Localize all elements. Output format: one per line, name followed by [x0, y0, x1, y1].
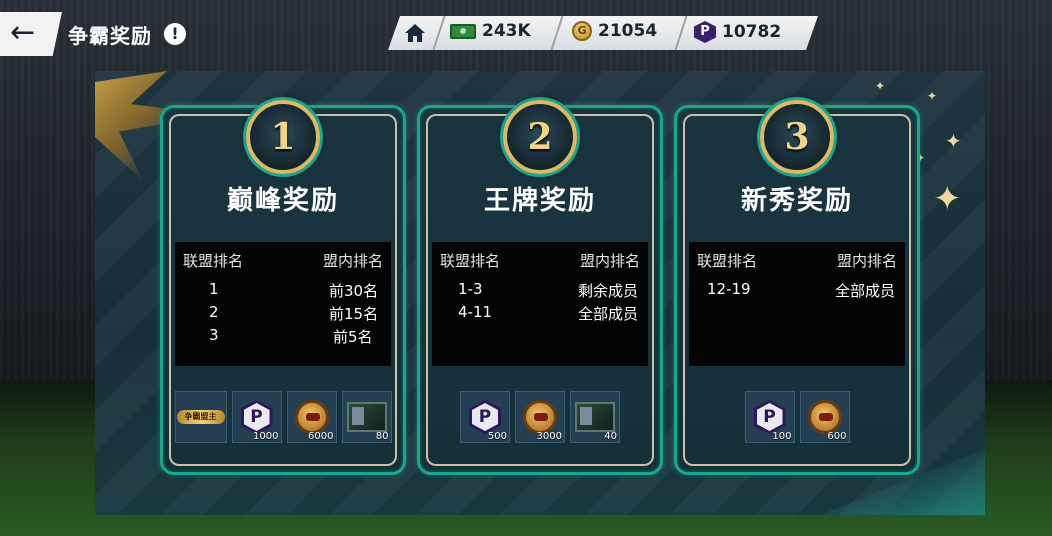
rank-badge: 2: [503, 100, 577, 174]
league-rank-cell: 12-19: [707, 280, 751, 298]
member-rank-cell: 前30名: [329, 282, 379, 300]
cash-icon: [450, 23, 476, 39]
reward-qty: 80: [375, 431, 389, 442]
reward-item-p-coin[interactable]: 1000: [231, 391, 282, 443]
reward-list: 100 600: [685, 391, 909, 447]
currency-p-coin: 10782: [694, 21, 781, 43]
card-title: 王牌奖励: [483, 186, 596, 216]
reward-item-player-card[interactable]: 80: [341, 391, 392, 443]
reward-item-medal[interactable]: 6000: [286, 391, 337, 443]
member-rank-cell: 前15名: [329, 305, 379, 323]
member-rank-cell: 全部成员: [578, 305, 639, 323]
reward-item-p-coin[interactable]: 100: [744, 391, 795, 443]
league-rank-cell: 2: [209, 303, 219, 321]
page-title: 争霸奖励: [68, 24, 152, 48]
member-rank-cell: 全部成员: [835, 282, 896, 300]
league-rank-cell: 1: [209, 280, 219, 298]
back-arrow-icon: ←: [10, 15, 36, 50]
rank-table: 联盟排名 盟内排名 1 前30名 2 前15名 3 前5名: [175, 242, 391, 366]
rank-number: 3: [784, 116, 810, 158]
table-header: 联盟排名 盟内排名: [697, 250, 897, 271]
p-coin-icon: [694, 21, 716, 43]
title-badge-icon: 争霸盟主: [176, 410, 225, 424]
medal-icon: [523, 400, 557, 434]
reward-item-title[interactable]: 争霸盟主: [174, 391, 227, 443]
league-rank-cell: 3: [209, 326, 219, 344]
card-title: 巅峰奖励: [226, 186, 339, 216]
reward-qty: 500: [487, 431, 507, 442]
reward-card-ace[interactable]: 2 王牌奖励 联盟排名 盟内排名 1-3 剩余成员 4-11 全部成员 500 …: [417, 100, 663, 475]
col-league-rank: 联盟排名: [183, 252, 244, 270]
home-icon: [405, 24, 425, 42]
p-coin-icon: [753, 400, 786, 434]
p-coin-icon: [240, 400, 273, 434]
coin-value: 21054: [598, 21, 658, 41]
col-league-rank: 联盟排名: [697, 252, 758, 270]
rank-number: 2: [527, 116, 553, 158]
reward-item-p-coin[interactable]: 500: [460, 391, 510, 443]
rank-number: 1: [270, 116, 296, 158]
reward-qty: 1000: [253, 431, 279, 442]
currency-coin: G 21054: [572, 21, 657, 41]
rank-badge: 3: [760, 100, 834, 174]
p-coin-icon: [469, 400, 501, 434]
sparkle-icon: ✦: [927, 89, 938, 103]
sparkle-icon: ✦: [933, 179, 962, 219]
col-member-rank: 盟内排名: [579, 252, 640, 270]
rank-badge: 1: [246, 100, 320, 174]
sparkle-icon: ✦: [875, 79, 886, 93]
league-rank-cell: 4-11: [458, 303, 493, 321]
reward-qty: 6000: [308, 431, 334, 442]
reward-qty: 3000: [536, 431, 562, 442]
reward-item-medal[interactable]: 600: [799, 391, 850, 443]
medal-icon: [807, 400, 842, 434]
col-member-rank: 盟内排名: [836, 252, 897, 270]
info-icon[interactable]: !: [164, 23, 186, 45]
medal-icon: [294, 400, 329, 434]
reward-qty: 600: [827, 431, 847, 442]
member-rank-cell: 剩余成员: [578, 282, 639, 300]
reward-qty: 40: [604, 431, 617, 442]
cash-value: 243K: [482, 21, 531, 41]
player-card-icon: [575, 402, 615, 432]
reward-list: 500 3000 40: [428, 391, 652, 447]
home-button[interactable]: [392, 16, 438, 50]
col-league-rank: 联盟排名: [440, 252, 501, 270]
reward-qty: 100: [772, 431, 792, 442]
table-header: 联盟排名 盟内排名: [183, 250, 383, 271]
col-member-rank: 盟内排名: [322, 252, 383, 270]
rank-table: 联盟排名 盟内排名 12-19 全部成员: [689, 242, 905, 366]
card-title: 新秀奖励: [740, 186, 853, 216]
p-coin-value: 10782: [722, 22, 782, 42]
table-header: 联盟排名 盟内排名: [440, 250, 640, 271]
reward-item-player-card[interactable]: 40: [570, 391, 620, 443]
reward-card-peak[interactable]: 1 巅峰奖励 联盟排名 盟内排名 1 前30名 2 前15名 3 前5名 争霸盟…: [160, 100, 406, 475]
rank-table: 联盟排名 盟内排名 1-3 剩余成员 4-11 全部成员: [432, 242, 648, 366]
reward-item-medal[interactable]: 3000: [515, 391, 565, 443]
member-rank-cell: 前5名: [333, 328, 373, 346]
reward-list: 争霸盟主 1000 6000 80: [171, 391, 395, 447]
back-button[interactable]: ←: [0, 12, 62, 56]
coin-icon: G: [572, 21, 592, 41]
currency-cash: 243K: [450, 21, 531, 41]
reward-card-rookie[interactable]: 3 新秀奖励 联盟排名 盟内排名 12-19 全部成员 100 600: [674, 100, 920, 475]
league-rank-cell: 1-3: [458, 280, 483, 298]
player-card-icon: [346, 402, 387, 432]
sparkle-icon: ✦: [945, 129, 962, 153]
